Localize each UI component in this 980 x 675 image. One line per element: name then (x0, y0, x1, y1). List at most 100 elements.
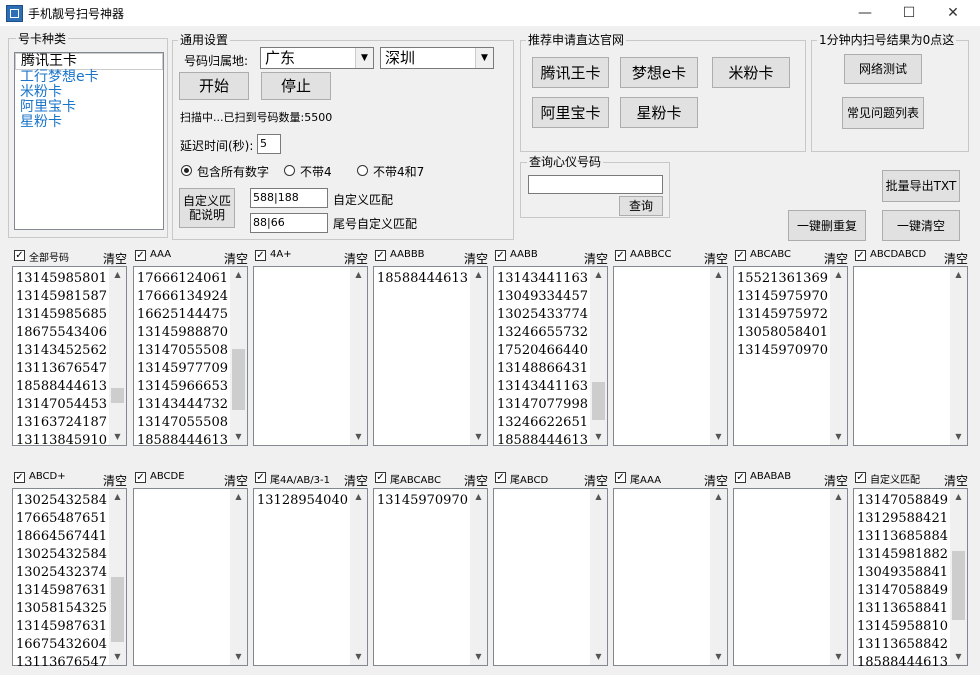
panel-clear-link[interactable]: 清空 (704, 472, 728, 489)
number-list[interactable]: 13025432584 17665487651 18664567441 1302543… (12, 488, 127, 670)
vertical-scrollbar[interactable]: ▲ ▼ (350, 489, 367, 665)
scroll-down-icon[interactable]: ▼ (590, 649, 607, 665)
custom-match-input[interactable]: 588|188 (250, 188, 328, 208)
number-item[interactable]: 13113676547 (16, 360, 107, 378)
recommend-tencent-button[interactable]: 腾讯王卡 (532, 57, 609, 88)
card-type-item[interactable]: 星粉卡 (15, 115, 163, 130)
scroll-down-icon[interactable]: ▼ (710, 649, 727, 665)
number-item[interactable]: 13113845910 (16, 432, 107, 450)
number-item[interactable]: 15521361369 (737, 270, 828, 288)
number-item[interactable]: 13145966653 (137, 378, 228, 396)
scroll-up-icon[interactable]: ▲ (470, 489, 487, 505)
scroll-up-icon[interactable]: ▲ (710, 489, 727, 505)
number-item[interactable]: 13145977709 (137, 360, 228, 378)
number-list[interactable]: ▲ ▼ (733, 488, 848, 666)
scroll-down-icon[interactable]: ▼ (950, 649, 967, 665)
number-item[interactable]: 18675543406 (16, 324, 107, 342)
number-item[interactable]: 18588444613 (137, 432, 228, 450)
number-item[interactable]: 13058154325 (16, 600, 107, 618)
scroll-up-icon[interactable]: ▲ (470, 267, 487, 283)
chevron-down-icon[interactable]: ▼ (475, 48, 493, 68)
scroll-down-icon[interactable]: ▼ (230, 429, 247, 445)
delay-input[interactable]: 5 (257, 134, 281, 154)
vertical-scrollbar[interactable]: ▲ ▼ (109, 489, 126, 665)
vertical-scrollbar[interactable]: ▲ ▼ (830, 489, 847, 665)
number-item[interactable]: 18588444613 (857, 654, 948, 672)
close-icon[interactable]: ✕ (930, 0, 976, 26)
scroll-down-icon[interactable]: ▼ (230, 649, 247, 665)
vertical-scrollbar[interactable]: ▲ ▼ (830, 267, 847, 445)
scroll-thumb[interactable] (111, 388, 124, 403)
scroll-thumb[interactable] (111, 577, 124, 642)
recommend-mifen-button[interactable]: 米粉卡 (712, 57, 790, 88)
radio-no47[interactable] (357, 165, 368, 176)
vertical-scrollbar[interactable]: ▲ ▼ (710, 489, 727, 665)
panel-clear-link[interactable]: 清空 (344, 250, 368, 267)
number-item[interactable]: 13145970970 (737, 342, 828, 360)
panel-clear-link[interactable]: 清空 (464, 250, 488, 267)
start-button[interactable]: 开始 (179, 72, 249, 100)
vertical-scrollbar[interactable]: ▲ ▼ (470, 489, 487, 665)
panel-checkbox[interactable]: ✓ (615, 250, 626, 261)
number-item[interactable]: 13147054453 (16, 396, 107, 414)
number-list[interactable]: 17666124061 17666134924 16625144475 1314598… (133, 266, 248, 448)
scroll-up-icon[interactable]: ▲ (710, 267, 727, 283)
query-input[interactable] (528, 175, 663, 194)
number-item[interactable]: 13246622651 (497, 414, 588, 432)
number-item[interactable]: 13025432374 (16, 564, 107, 582)
recommend-xingfen-button[interactable]: 星粉卡 (620, 97, 698, 128)
number-item[interactable]: 13145958810 (857, 618, 948, 636)
scroll-up-icon[interactable]: ▲ (830, 267, 847, 283)
panel-checkbox[interactable]: ✓ (735, 250, 746, 261)
number-item[interactable]: 13145975970 (737, 288, 828, 306)
number-item[interactable]: 13025432584 (16, 492, 107, 510)
number-item[interactable]: 13145987631 (16, 618, 107, 636)
number-list[interactable]: 15521361369 13145975970 13145975972 1305805… (733, 266, 848, 446)
scroll-up-icon[interactable]: ▲ (350, 267, 367, 283)
number-item[interactable]: 13049334457 (497, 288, 588, 306)
panel-checkbox[interactable]: ✓ (255, 250, 266, 261)
number-list[interactable]: 13145970970 ▲ ▼ (373, 488, 488, 666)
number-item[interactable]: 13113658842 (857, 636, 948, 654)
card-type-item[interactable]: 米粉卡 (15, 85, 163, 100)
panel-clear-link[interactable]: 清空 (344, 472, 368, 489)
number-item[interactable]: 17666134924 (137, 288, 228, 306)
number-item[interactable]: 18588444613 (16, 378, 107, 396)
number-list[interactable]: ▲ ▼ (853, 266, 968, 446)
scroll-down-icon[interactable]: ▼ (830, 429, 847, 445)
number-list[interactable]: ▲ ▼ (253, 266, 368, 446)
vertical-scrollbar[interactable]: ▲ ▼ (590, 267, 607, 445)
number-list[interactable]: 18588444613 ▲ ▼ (373, 266, 488, 446)
number-item[interactable]: 13145985685 (16, 306, 107, 324)
export-txt-button[interactable]: 批量导出TXT (882, 170, 960, 202)
scroll-thumb[interactable] (952, 551, 965, 620)
vertical-scrollbar[interactable]: ▲ ▼ (109, 267, 126, 445)
number-list[interactable]: 13147058849 13129588421 13113685884 1314598… (853, 488, 968, 670)
number-item[interactable]: 13145985801 (16, 270, 107, 288)
scroll-up-icon[interactable]: ▲ (230, 489, 247, 505)
scroll-down-icon[interactable]: ▼ (830, 649, 847, 665)
vertical-scrollbar[interactable]: ▲ ▼ (950, 267, 967, 445)
scroll-down-icon[interactable]: ▼ (470, 429, 487, 445)
panel-checkbox[interactable]: ✓ (135, 472, 146, 483)
vertical-scrollbar[interactable]: ▲ ▼ (710, 267, 727, 445)
number-item[interactable]: 13163724187 (16, 414, 107, 432)
scroll-down-icon[interactable]: ▼ (710, 429, 727, 445)
maximize-icon[interactable]: ☐ (886, 0, 932, 26)
number-item[interactable]: 13147058849 (857, 582, 948, 600)
panel-checkbox[interactable]: ✓ (255, 472, 266, 483)
number-list[interactable]: 13145985801 13145981587 13145985685 1867554… (12, 266, 127, 448)
scroll-up-icon[interactable]: ▲ (590, 489, 607, 505)
scroll-up-icon[interactable]: ▲ (109, 489, 126, 505)
scroll-down-icon[interactable]: ▼ (109, 649, 126, 665)
number-item[interactable]: 17665487651 (16, 510, 107, 528)
number-list[interactable]: 13128954040 ▲ ▼ (253, 488, 368, 666)
number-item[interactable]: 13113685884 (857, 528, 948, 546)
number-list[interactable]: ▲ ▼ (133, 488, 248, 666)
panel-clear-link[interactable]: 清空 (944, 250, 968, 267)
scroll-down-icon[interactable]: ▼ (950, 429, 967, 445)
panel-checkbox[interactable]: ✓ (615, 472, 626, 483)
recommend-dream-button[interactable]: 梦想e卡 (620, 57, 698, 88)
scroll-up-icon[interactable]: ▲ (830, 489, 847, 505)
panel-clear-link[interactable]: 清空 (103, 250, 127, 267)
